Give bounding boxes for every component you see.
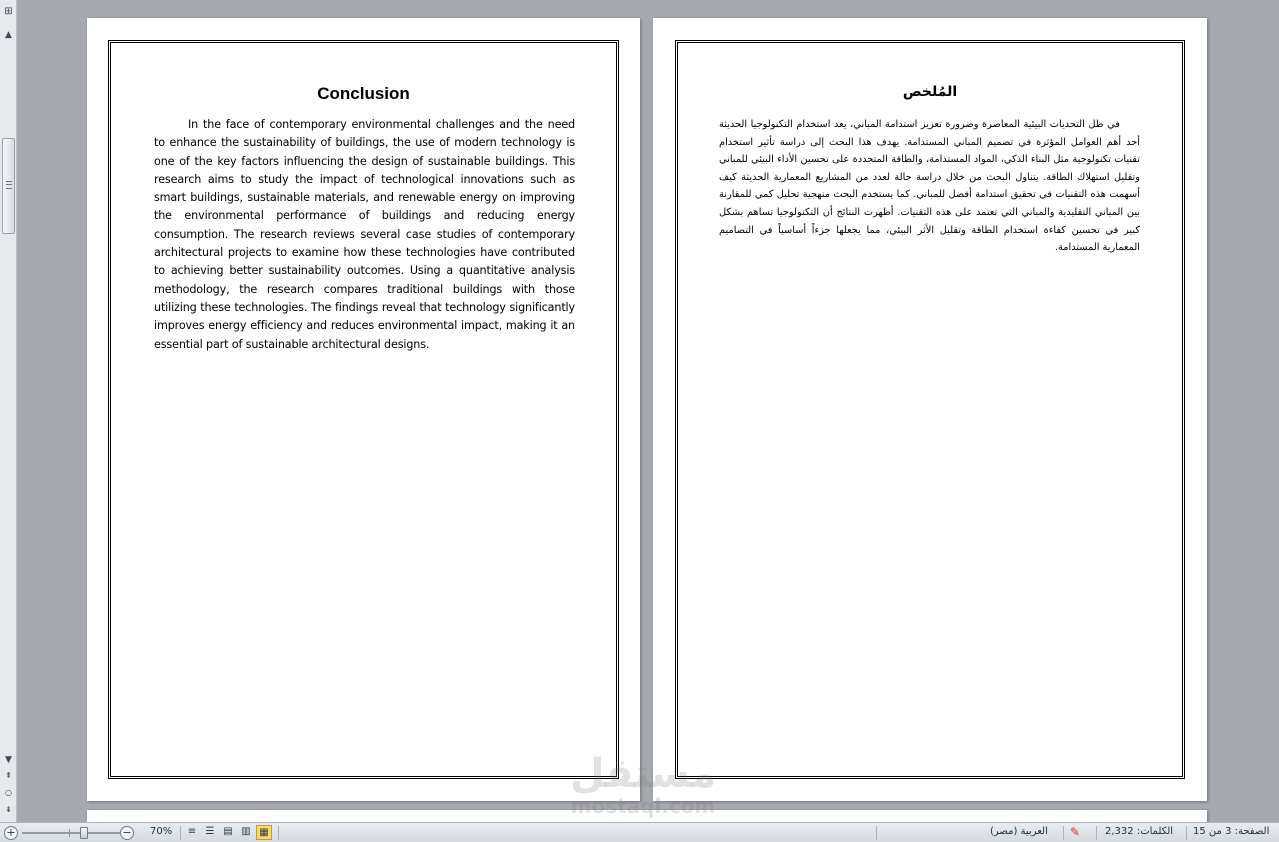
draft-view-icon[interactable]: ≡ <box>184 825 200 840</box>
word-count[interactable]: الكلمات: 2,332 <box>1105 826 1173 837</box>
web-layout-view-icon[interactable]: ▤ <box>220 825 236 840</box>
body-paragraph[interactable]: In the face of contemporary environmenta… <box>154 116 575 354</box>
outline-view-icon[interactable]: ☰ <box>202 825 218 840</box>
scroll-up-button[interactable]: ▲ <box>1 27 16 43</box>
page-title: المُلخص <box>902 84 958 100</box>
previous-page-button[interactable]: ⇞ <box>3 770 14 782</box>
page-title: Conclusion <box>317 84 410 103</box>
scroll-down-button[interactable]: ▼ <box>1 752 16 768</box>
zoom-out-icon[interactable]: − <box>120 826 134 840</box>
next-page-button[interactable]: ⇟ <box>3 804 14 816</box>
divider <box>1186 826 1187 840</box>
print-layout-view-icon[interactable]: ▦ <box>256 825 272 840</box>
zoom-slider-center-mark <box>69 829 70 837</box>
browse-object-button[interactable]: ○ <box>3 787 14 799</box>
divider <box>1096 826 1097 840</box>
status-bar: + − 70% ≡ ☰ ▤ ▥ ▦ العربية (مصر) ✎ الكلما… <box>0 822 1279 842</box>
proofing-icon[interactable]: ✎ <box>1070 825 1080 839</box>
document-workspace: Conclusion In the face of contemporary e… <box>18 0 1279 824</box>
divider <box>1063 826 1064 840</box>
zoom-level[interactable]: 70% <box>150 826 172 837</box>
page-number[interactable]: الصفحة: 3 من 15 <box>1193 826 1269 837</box>
full-screen-reading-view-icon[interactable]: ▥ <box>238 825 254 840</box>
zoom-in-icon[interactable]: + <box>4 826 18 840</box>
ruler-toggle-icon[interactable]: ⊞ <box>1 4 16 20</box>
scrollbar-thumb[interactable] <box>2 138 15 234</box>
language-indicator[interactable]: العربية (مصر) <box>990 826 1048 837</box>
page-right[interactable]: المُلخص في ظل التحديات البيئية المعاصرة … <box>653 18 1207 801</box>
divider <box>876 826 877 840</box>
body-paragraph[interactable]: في ظل التحديات البيئية المعاصرة وضرورة ت… <box>719 116 1140 257</box>
zoom-slider-thumb[interactable] <box>80 827 88 839</box>
page-left[interactable]: Conclusion In the face of contemporary e… <box>87 18 640 801</box>
divider <box>180 826 181 840</box>
divider <box>278 826 279 840</box>
zoom-slider-track[interactable] <box>22 832 120 834</box>
vertical-scrollbar[interactable]: ⊞ ▲ ▼ ⇞ ○ ⇟ <box>0 0 17 822</box>
